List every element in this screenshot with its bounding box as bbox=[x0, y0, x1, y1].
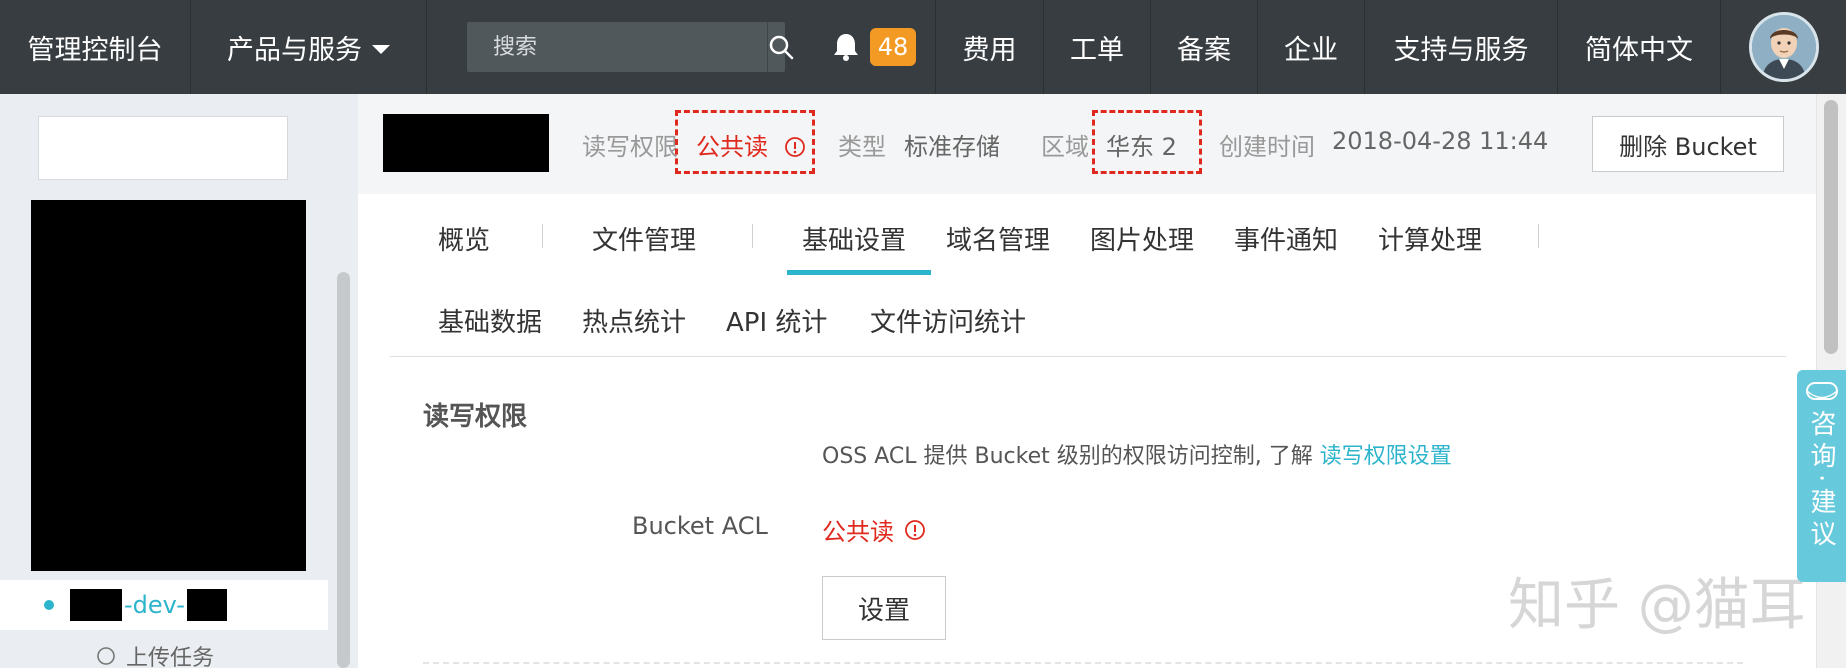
caret-down-icon bbox=[372, 44, 390, 54]
bucket-info-bar: 读写权限 公共读 类型 标准存储 区域 华东 2 创建时间 2018-04-28… bbox=[358, 94, 1816, 194]
bucket-name-fragment: -dev- bbox=[124, 591, 185, 619]
acl-set-button[interactable]: 设置 bbox=[822, 576, 946, 640]
search-area bbox=[427, 0, 813, 94]
user-avatar-icon bbox=[1751, 15, 1816, 79]
products-menu[interactable]: 产品与服务 bbox=[191, 0, 427, 94]
tab-separator bbox=[542, 224, 543, 248]
tabs-divider bbox=[390, 356, 1786, 357]
section-divider bbox=[423, 662, 1743, 664]
user-menu[interactable] bbox=[1721, 0, 1846, 94]
language-switch[interactable]: 简体中文 bbox=[1558, 0, 1721, 94]
acl-settings-link[interactable]: 读写权限设置 bbox=[1320, 444, 1452, 469]
active-dot-icon bbox=[44, 600, 54, 610]
upload-tasks-label: 上传任务 bbox=[126, 646, 215, 668]
tab-api-stats[interactable]: API 统计 bbox=[726, 302, 827, 339]
nav-ticket[interactable]: 工单 bbox=[1044, 0, 1151, 94]
tab-separator bbox=[752, 224, 753, 248]
products-label: 产品与服务 bbox=[227, 34, 362, 66]
highlight-box-region bbox=[1092, 110, 1202, 174]
nav-support-label: 支持与服务 bbox=[1393, 34, 1529, 66]
warning-icon bbox=[905, 519, 925, 540]
region-label: 区域 bbox=[1041, 133, 1089, 161]
console-home-link[interactable]: 管理控制台 bbox=[0, 0, 191, 94]
tab-domain-management[interactable]: 域名管理 bbox=[946, 220, 1050, 257]
bucket-list-item-active[interactable]: -dev- bbox=[0, 580, 328, 630]
notification-count-badge: 48 bbox=[869, 28, 917, 66]
feedback-widget[interactable]: 咨询·建议 bbox=[1797, 370, 1846, 582]
active-tab-indicator bbox=[787, 270, 931, 275]
global-search-input[interactable] bbox=[467, 22, 767, 72]
tab-file-management[interactable]: 文件管理 bbox=[592, 220, 696, 257]
type-value: 标准存储 bbox=[904, 133, 1000, 161]
bucket-search bbox=[38, 116, 326, 180]
main-scrollbar[interactable] bbox=[1824, 100, 1838, 354]
nav-fee[interactable]: 费用 bbox=[936, 0, 1044, 94]
tab-overview[interactable]: 概览 bbox=[438, 220, 490, 257]
acl-label: 读写权限 bbox=[582, 133, 678, 161]
avatar bbox=[1748, 12, 1819, 82]
bell-icon bbox=[833, 34, 858, 61]
redacted-bucket-name bbox=[383, 114, 549, 172]
delete-bucket-button[interactable]: 删除 Bucket bbox=[1592, 116, 1784, 172]
bucket-acl-label: Bucket ACL bbox=[632, 512, 768, 540]
section-title-acl: 读写权限 bbox=[423, 402, 528, 432]
nav-enterprise-label: 企业 bbox=[1284, 34, 1338, 66]
top-navigation-bar: 管理控制台 产品与服务 48 费用 工单 备案 企业 支持与服务 简体中文 bbox=[0, 0, 1846, 94]
notifications-button[interactable]: 48 bbox=[813, 0, 936, 94]
sidebar-scrollbar[interactable] bbox=[337, 272, 350, 668]
redacted-text bbox=[186, 589, 227, 621]
tab-image-processing[interactable]: 图片处理 bbox=[1090, 220, 1194, 257]
bucket-acl-value: 公共读 bbox=[822, 512, 926, 547]
tab-hotspot-stats[interactable]: 热点统计 bbox=[582, 302, 686, 339]
type-label: 类型 bbox=[838, 133, 886, 161]
nav-icp[interactable]: 备案 bbox=[1151, 0, 1258, 94]
upload-icon bbox=[97, 647, 115, 665]
tab-compute-processing[interactable]: 计算处理 bbox=[1378, 220, 1482, 257]
bucket-search-input[interactable] bbox=[61, 136, 326, 160]
nav-fee-label: 费用 bbox=[962, 34, 1017, 66]
nav-support[interactable]: 支持与服务 bbox=[1365, 0, 1558, 94]
nav-icp-label: 备案 bbox=[1177, 34, 1231, 66]
nav-ticket-label: 工单 bbox=[1070, 34, 1124, 66]
upload-tasks-item[interactable]: 上传任务 bbox=[96, 640, 214, 668]
language-label: 简体中文 bbox=[1585, 34, 1693, 66]
tab-basic-data[interactable]: 基础数据 bbox=[438, 302, 542, 339]
global-search bbox=[467, 22, 794, 72]
bucket-sidebar: -dev- 上传任务 bbox=[0, 94, 330, 668]
tab-separator bbox=[1538, 224, 1539, 248]
tab-file-access-stats[interactable]: 文件访问统计 bbox=[870, 302, 1026, 339]
redacted-bucket-list bbox=[31, 200, 306, 571]
tab-event-notification[interactable]: 事件通知 bbox=[1234, 220, 1338, 257]
redacted-text bbox=[70, 589, 122, 621]
bucket-acl-value-text: 公共读 bbox=[822, 518, 894, 546]
chat-icon bbox=[1805, 382, 1838, 400]
console-label: 管理控制台 bbox=[27, 34, 163, 66]
search-button[interactable] bbox=[767, 22, 794, 72]
highlight-box-acl bbox=[675, 110, 815, 174]
acl-description-text: OSS ACL 提供 Bucket 级别的权限访问控制, 了解 bbox=[822, 444, 1320, 469]
watermark: 知乎 @猫耳 bbox=[1508, 573, 1806, 638]
created-value: 2018-04-28 11:44 bbox=[1332, 127, 1549, 155]
acl-description: OSS ACL 提供 Bucket 级别的权限访问控制, 了解 读写权限设置 bbox=[822, 438, 1452, 470]
search-icon bbox=[769, 35, 794, 60]
feedback-label: 咨询·建议 bbox=[1806, 410, 1836, 553]
created-label: 创建时间 bbox=[1219, 133, 1315, 161]
tab-basic-settings[interactable]: 基础设置 bbox=[802, 220, 906, 257]
nav-enterprise[interactable]: 企业 bbox=[1258, 0, 1365, 94]
